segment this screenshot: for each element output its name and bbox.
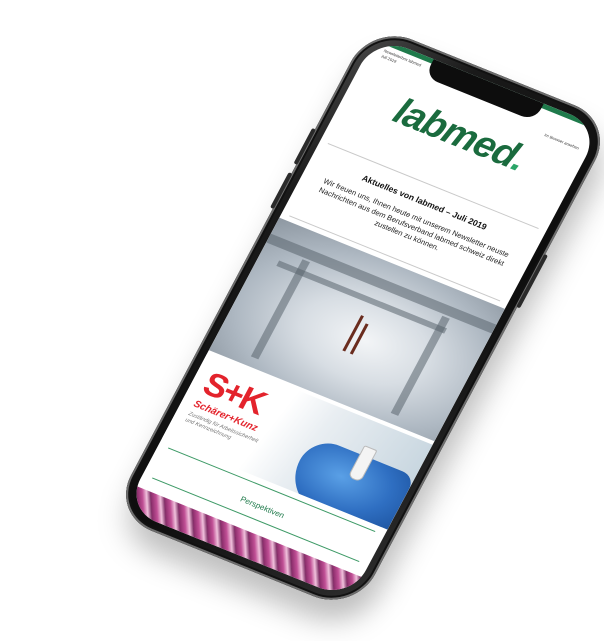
hero-pillar <box>390 315 450 416</box>
hero-pillar <box>250 259 310 360</box>
product-photo: Newsletterbox labmed Juli 2019 Im Browse… <box>0 0 604 641</box>
smartphone: Newsletterbox labmed Juli 2019 Im Browse… <box>110 23 604 635</box>
phone-screen: Newsletterbox labmed Juli 2019 Im Browse… <box>124 35 602 601</box>
hero-sample-tube <box>349 323 369 355</box>
